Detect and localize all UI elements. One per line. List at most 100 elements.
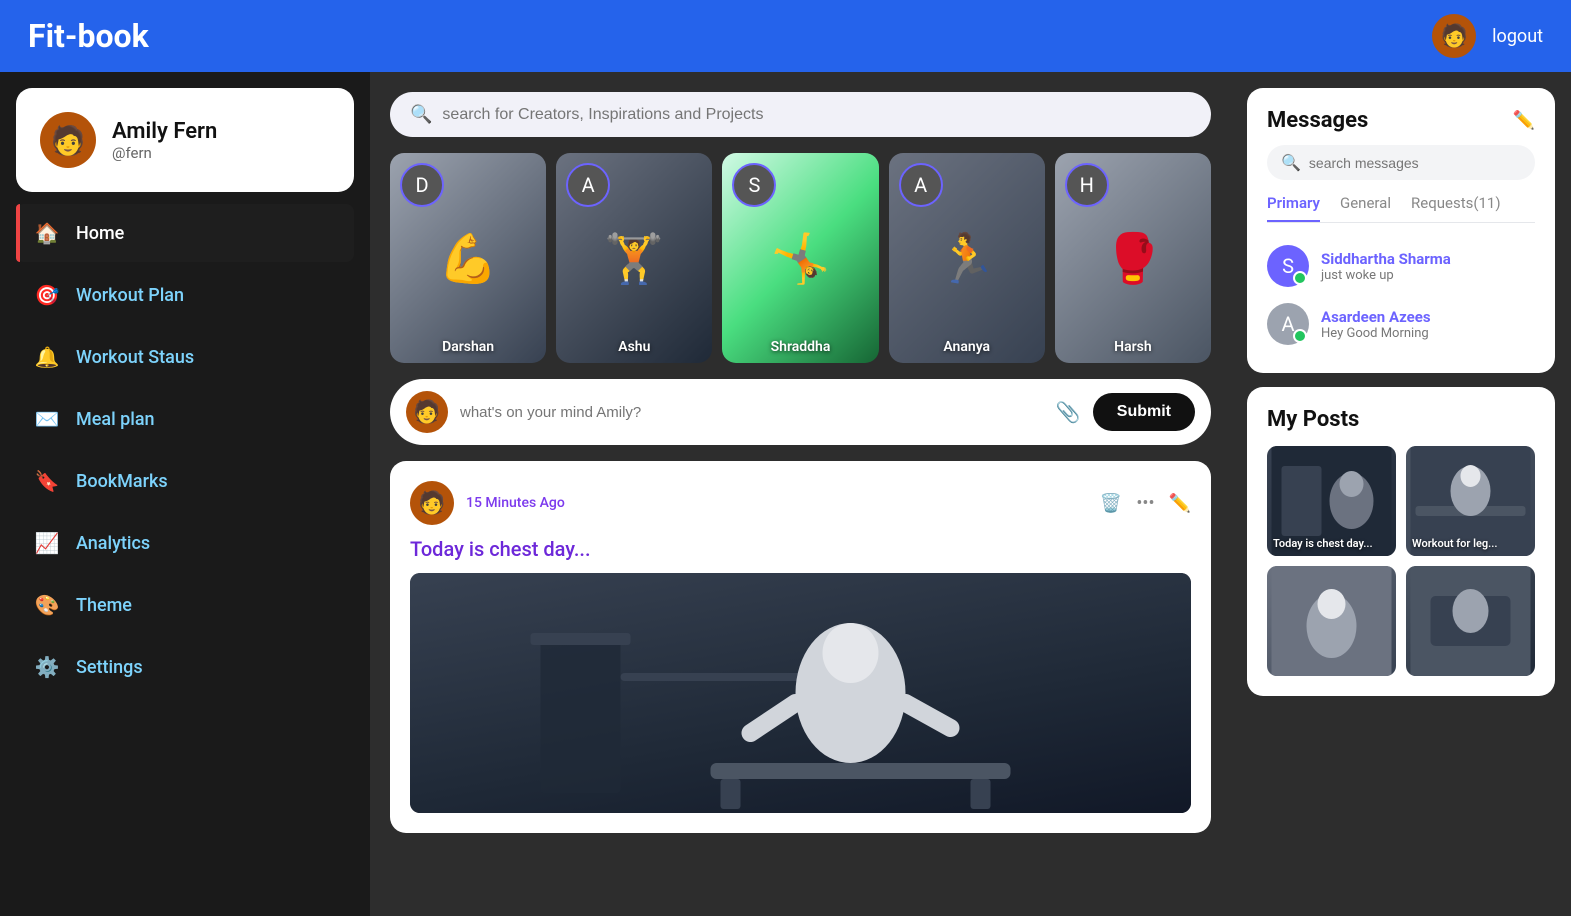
my-post-label-1: Today is chest day... [1273, 537, 1390, 550]
messages-edit-icon[interactable]: ✏️ [1513, 110, 1535, 131]
sidebar-item-theme[interactable]: 🎨 Theme [16, 576, 354, 634]
profile-name: Amily Fern [112, 119, 217, 144]
tab-primary[interactable]: Primary [1267, 194, 1320, 222]
analytics-icon: 📈 [34, 530, 60, 556]
message-info-siddhartha: Siddhartha Sharma just woke up [1321, 250, 1535, 283]
sidebar-item-label: Meal plan [76, 409, 155, 430]
message-info-asardeen: Asardeen Azees Hey Good Morning [1321, 308, 1535, 341]
edit-icon[interactable]: ✏️ [1169, 493, 1191, 514]
search-bar[interactable]: 🔍 [390, 92, 1211, 137]
tab-requests[interactable]: Requests(11) [1411, 194, 1501, 222]
main-layout: 🧑 Amily Fern @fern 🏠 Home 🎯 Workout Plan… [0, 72, 1571, 916]
sidebar-item-meal-plan[interactable]: ✉️ Meal plan [16, 390, 354, 448]
bookmarks-icon: 🔖 [34, 468, 60, 494]
message-preview-asardeen: Hey Good Morning [1321, 326, 1535, 341]
my-post-thumb-2[interactable]: Workout for leg... [1406, 446, 1535, 556]
my-post-thumb-4[interactable] [1406, 566, 1535, 676]
post-card-avatar: 🧑 [410, 481, 454, 525]
attach-icon[interactable]: 📎 [1056, 400, 1081, 424]
my-post-thumb-1[interactable]: Today is chest day... [1267, 446, 1396, 556]
messages-card: Messages ✏️ 🔍 Primary General Requests(1… [1247, 88, 1555, 373]
profile-card: 🧑 Amily Fern @fern [16, 88, 354, 192]
sidebar-item-label: Theme [76, 595, 132, 616]
post-title: Today is chest day... [410, 537, 1191, 561]
messages-tabs: Primary General Requests(11) [1267, 194, 1535, 223]
creator-name-shraddha: Shraddha [722, 339, 878, 355]
message-preview-siddhartha: just woke up [1321, 268, 1535, 283]
submit-button[interactable]: Submit [1093, 393, 1195, 431]
post-gym-img-4 [1406, 566, 1535, 676]
sidebar-item-home[interactable]: 🏠 Home [16, 204, 354, 262]
creator-name-harsh: Harsh [1055, 339, 1211, 355]
message-name-asardeen: Asardeen Azees [1321, 308, 1535, 326]
creator-card-darshan[interactable]: 💪 D Darshan [390, 153, 546, 363]
tab-general[interactable]: General [1340, 194, 1391, 222]
logout-button[interactable]: logout [1492, 26, 1543, 47]
my-post-thumb-3[interactable] [1267, 566, 1396, 676]
top-nav: Fit-book 🧑 logout [0, 0, 1571, 72]
more-icon[interactable]: ••• [1136, 493, 1154, 514]
messages-search[interactable]: 🔍 [1267, 145, 1535, 180]
profile-avatar: 🧑 [40, 112, 96, 168]
sidebar-item-workout-status[interactable]: 🔔 Workout Staus [16, 328, 354, 386]
sidebar-item-analytics[interactable]: 📈 Analytics [16, 514, 354, 572]
sidebar-item-settings[interactable]: ⚙️ Settings [16, 638, 354, 696]
sidebar-item-label: Workout Staus [76, 347, 194, 368]
creator-card-harsh[interactable]: 🥊 H Harsh [1055, 153, 1211, 363]
creator-avatar-ashu: A [566, 163, 610, 207]
creators-row: 💪 D Darshan 🏋️ A Ashu 🤸 S Shraddha 🏃 A A… [390, 153, 1211, 363]
posts-grid: Today is chest day... Workout for leg... [1267, 446, 1535, 676]
search-input[interactable] [442, 106, 1191, 124]
post-gym-img-3 [1267, 566, 1396, 676]
profile-handle: @fern [112, 144, 217, 162]
messages-header: Messages ✏️ [1267, 108, 1535, 133]
messages-search-input[interactable] [1309, 155, 1521, 171]
message-item-asardeen[interactable]: A Asardeen Azees Hey Good Morning [1267, 295, 1535, 353]
message-avatar-siddhartha: S [1267, 245, 1309, 287]
my-posts-card: My Posts Today is chest day... [1247, 387, 1555, 696]
center-panel: 🔍 💪 D Darshan 🏋️ A Ashu 🤸 S Shraddha 🏃 [370, 72, 1231, 916]
sidebar-item-label: Home [76, 223, 124, 244]
home-icon: 🏠 [34, 220, 60, 246]
sidebar-item-label: Workout Plan [76, 285, 184, 306]
post-image [410, 573, 1191, 813]
creator-avatar-harsh: H [1065, 163, 1109, 207]
search-icon: 🔍 [410, 104, 432, 125]
post-card-meta: 15 Minutes Ago [466, 495, 1088, 511]
sidebar-item-bookmarks[interactable]: 🔖 BookMarks [16, 452, 354, 510]
creator-card-ashu[interactable]: 🏋️ A Ashu [556, 153, 712, 363]
message-item-siddhartha[interactable]: S Siddhartha Sharma just woke up [1267, 237, 1535, 295]
creator-card-ananya[interactable]: 🏃 A Ananya [889, 153, 1045, 363]
post-card-actions: 🗑️ ••• ✏️ [1100, 493, 1191, 514]
delete-icon[interactable]: 🗑️ [1100, 493, 1122, 514]
theme-icon: 🎨 [34, 592, 60, 618]
right-panel: Messages ✏️ 🔍 Primary General Requests(1… [1231, 72, 1571, 916]
post-user-avatar: 🧑 [406, 391, 448, 433]
creator-name-ashu: Ashu [556, 339, 712, 355]
settings-icon: ⚙️ [34, 654, 60, 680]
creator-name-darshan: Darshan [390, 339, 546, 355]
post-input-area: 🧑 📎 Submit [390, 379, 1211, 445]
gym-illustration [410, 573, 1191, 813]
profile-info: Amily Fern @fern [112, 119, 217, 162]
sidebar-item-workout-plan[interactable]: 🎯 Workout Plan [16, 266, 354, 324]
creator-avatar-ananya: A [899, 163, 943, 207]
my-post-label-2: Workout for leg... [1412, 537, 1529, 550]
sidebar-item-label: Analytics [76, 533, 150, 554]
creator-card-shraddha[interactable]: 🤸 S Shraddha [722, 153, 878, 363]
app-logo: Fit-book [28, 17, 149, 55]
workout-status-icon: 🔔 [34, 344, 60, 370]
avatar[interactable]: 🧑 [1432, 14, 1476, 58]
sidebar-item-label: Settings [76, 657, 143, 678]
post-card-header: 🧑 15 Minutes Ago 🗑️ ••• ✏️ [410, 481, 1191, 525]
meal-plan-icon: ✉️ [34, 406, 60, 432]
messages-title: Messages [1267, 108, 1368, 133]
creator-avatar-darshan: D [400, 163, 444, 207]
message-avatar-asardeen: A [1267, 303, 1309, 345]
post-input[interactable] [460, 404, 1044, 421]
post-card: 🧑 15 Minutes Ago 🗑️ ••• ✏️ Today is ches… [390, 461, 1211, 833]
gym-figure [410, 573, 1191, 813]
my-posts-title: My Posts [1267, 407, 1535, 432]
workout-plan-icon: 🎯 [34, 282, 60, 308]
sidebar-item-label: BookMarks [76, 471, 168, 492]
